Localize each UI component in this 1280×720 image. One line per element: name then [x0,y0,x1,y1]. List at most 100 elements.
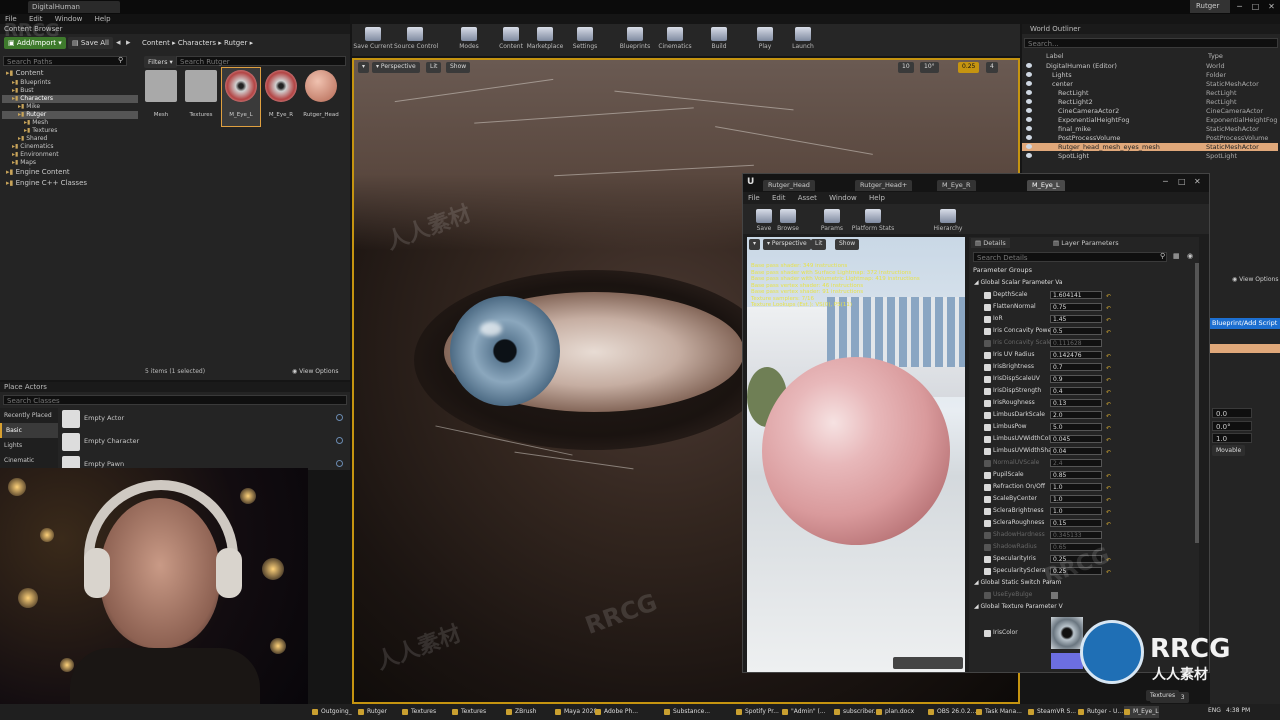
parameter-value-input[interactable]: 0.9 [1050,375,1102,383]
parameter-value-input[interactable]: 0.142476 [1050,351,1102,359]
toolbar-button[interactable]: Modes [448,24,490,56]
scalar-group-header[interactable]: ◢ Global Scalar Parameter Va [974,279,1063,286]
outliner-row[interactable]: RectLight RectLight [1022,89,1278,97]
forward-icon[interactable]: ▸ [126,38,131,48]
parameter-checkbox[interactable] [984,496,991,503]
outliner-row[interactable]: SpotLight SpotLight [1022,152,1278,160]
visibility-eye-icon[interactable] [1026,153,1032,158]
save-all-button[interactable]: ▤ Save All [68,37,113,49]
info-icon[interactable] [336,460,343,467]
parameter-value-input[interactable]: 5.0 [1050,423,1102,431]
outliner-row[interactable]: ExponentialHeightFog ExponentialHeightFog [1022,116,1278,124]
outliner-search-input[interactable]: Search... [1024,38,1278,48]
parameter-value-input[interactable]: 0.13 [1050,399,1102,407]
folder-tree-item[interactable]: ▸▮ Mike [2,103,138,111]
taskbar-app-button[interactable]: Textures [402,706,436,718]
material-toolbar-button[interactable]: Platform Stats [843,206,903,232]
parameter-checkbox[interactable] [984,328,991,335]
taskbar-app-button[interactable]: Maya 2020 [555,706,597,718]
folder-tree-item[interactable]: ▸▮ Content [2,68,138,79]
mat-menu-asset[interactable]: Asset [793,193,822,203]
taskbar-app-button[interactable]: Task Mana... [976,706,1022,718]
view-options-button[interactable]: ◉ View Options [292,368,338,375]
clock[interactable]: 4:38 PM [1226,707,1250,714]
mat-menu-window[interactable]: Window [824,193,862,203]
info-icon[interactable] [336,414,343,421]
taskbar-app-button[interactable]: plan.docx [876,706,914,718]
parameter-value-input[interactable]: 1.604141 [1050,291,1102,299]
parameter-value-input[interactable]: 0.111628 [1050,339,1102,347]
folder-tree-item[interactable]: ▸▮ Mesh [2,119,138,127]
asset-tile[interactable]: Mesh [142,68,180,126]
visibility-eye-icon[interactable] [1026,90,1032,95]
project-tab[interactable]: DigitalHuman [28,1,120,13]
menu-help[interactable]: Help [90,14,116,24]
parameter-checkbox[interactable] [984,316,991,323]
visibility-eye-icon[interactable] [1026,108,1032,113]
visibility-eye-icon[interactable] [1026,81,1032,86]
tab-m-eye-r[interactable]: M_Eye_R [937,180,976,191]
minimize-icon[interactable]: ─ [1232,0,1247,13]
language-indicator[interactable]: ENG [1208,707,1221,714]
back-icon[interactable]: ◂ [116,38,121,48]
toolbar-button[interactable]: Blueprints [614,24,656,56]
outliner-row[interactable]: CineCameraActor2 CineCameraActor [1022,107,1278,115]
visibility-eye-icon[interactable] [1026,126,1032,131]
folder-tree-item[interactable]: ▸▮ Engine Content [2,167,138,178]
material-toolbar-button[interactable]: Hierarchy [933,206,963,232]
scale-field[interactable]: 1.0 [1212,433,1252,443]
parameter-checkbox[interactable] [984,556,991,563]
taskbar-app-button[interactable]: M_Eye_L [1124,706,1159,718]
parameter-checkbox[interactable] [984,484,991,491]
folder-tree-item[interactable]: ▸▮ Cinematics [2,143,138,151]
close-icon[interactable]: ✕ [1264,0,1279,13]
breadcrumb-content[interactable]: Content [142,39,170,47]
mat-menu-help[interactable]: Help [864,193,890,203]
lit-button[interactable]: Lit [426,62,442,73]
outliner-row[interactable]: PostProcessVolume PostProcessVolume [1022,134,1278,142]
iris-color-checkbox[interactable] [984,630,991,637]
details-search-input[interactable]: Search Details [973,252,1167,262]
asset-search-input[interactable]: Search Rutger [176,56,346,66]
taskbar-app-button[interactable]: ZBrush [506,706,536,718]
parameter-checkbox[interactable] [984,412,991,419]
use-eye-bulge-checkbox[interactable] [984,592,991,599]
outliner-row[interactable]: RectLight2 RectLight [1022,98,1278,106]
parameter-checkbox[interactable] [984,364,991,371]
perspective-button[interactable]: ▾ Perspective [372,62,420,73]
show-button[interactable]: Show [446,62,471,73]
taskbar-app-button[interactable]: Outgoing_ [312,706,352,718]
actor-list-item[interactable]: Empty Character [62,431,346,454]
folder-tree-item[interactable]: ▸▮ Engine C++ Classes [2,178,138,189]
taskbar-app-button[interactable]: "Admin" (... [782,706,826,718]
type-column-header[interactable]: Type [1208,52,1223,60]
taskbar-app-button[interactable]: Spotify Pr... [736,706,779,718]
parameter-value-input[interactable]: 0.15 [1050,519,1102,527]
location-field[interactable]: 0.0 [1212,408,1252,418]
parameter-value-input[interactable]: 0.85 [1050,471,1102,479]
folder-tree-item[interactable]: ▸▮ Characters [2,95,138,103]
texture-group-header[interactable]: ◢ Global Texture Parameter V [974,603,1063,610]
scale-snap-value[interactable]: 0.25 [958,62,980,73]
close-icon[interactable]: ✕ [1194,177,1201,186]
folder-tree-item[interactable]: ▸▮ Textures [2,127,138,135]
parameter-checkbox[interactable] [984,388,991,395]
preview-show-button[interactable]: Show [835,239,860,250]
grid-snap-value[interactable]: 10 [898,62,914,73]
parameter-checkbox[interactable] [984,424,991,431]
toolbar-button[interactable]: Build [698,24,740,56]
parameter-value-input[interactable]: 0.75 [1050,303,1102,311]
parameter-checkbox[interactable] [984,544,991,551]
next-texture-thumbnail[interactable] [1051,653,1083,669]
parameter-value-input[interactable]: 0.04 [1050,447,1102,455]
asset-tile[interactable]: Textures [182,68,220,126]
visibility-eye-icon[interactable] [1026,117,1032,122]
preview-menu-button[interactable]: ▾ [749,239,761,250]
taskbar-app-button[interactable]: OBS 26.0.2... [928,706,976,718]
parameter-checkbox[interactable] [984,400,991,407]
selected-component[interactable] [1210,344,1280,353]
layer-parameters-tab[interactable]: ▤ Layer Parameters [1049,238,1123,248]
parameter-checkbox[interactable] [984,532,991,539]
parameter-checkbox[interactable] [984,472,991,479]
visibility-eye-icon[interactable] [1026,63,1032,68]
